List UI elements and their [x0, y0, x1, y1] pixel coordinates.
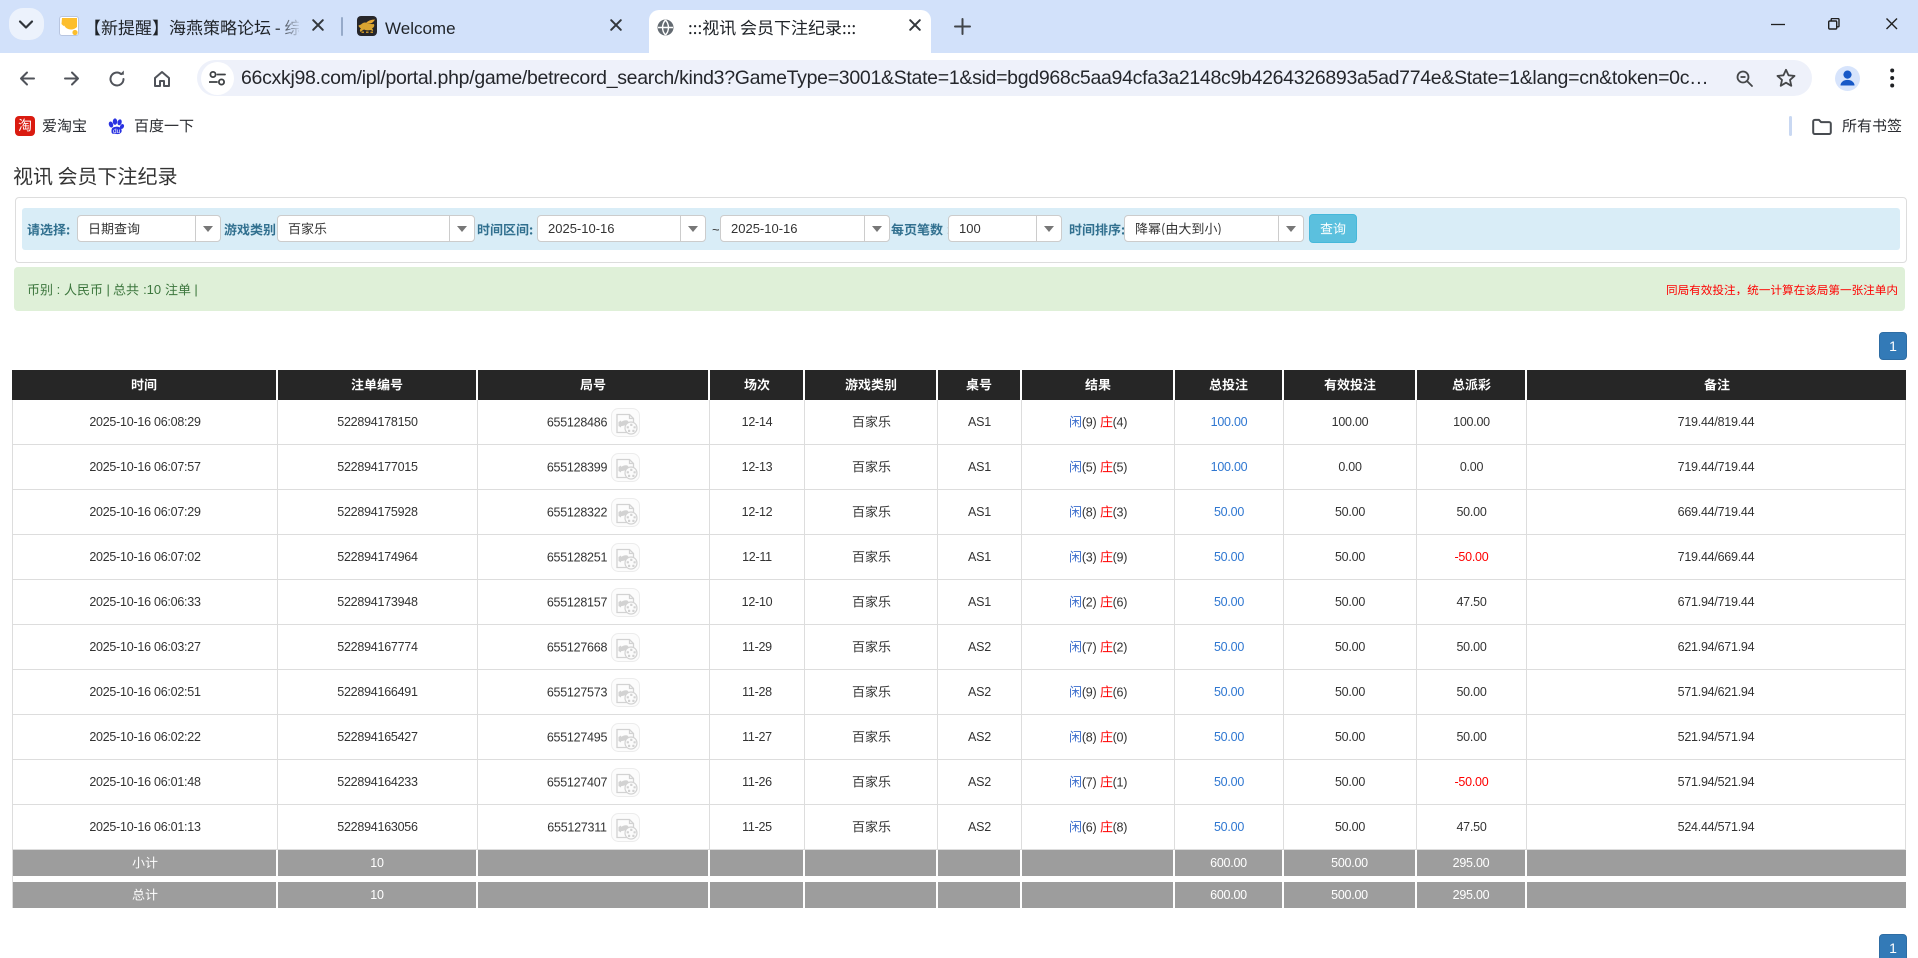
svg-text:du: du [113, 128, 121, 135]
